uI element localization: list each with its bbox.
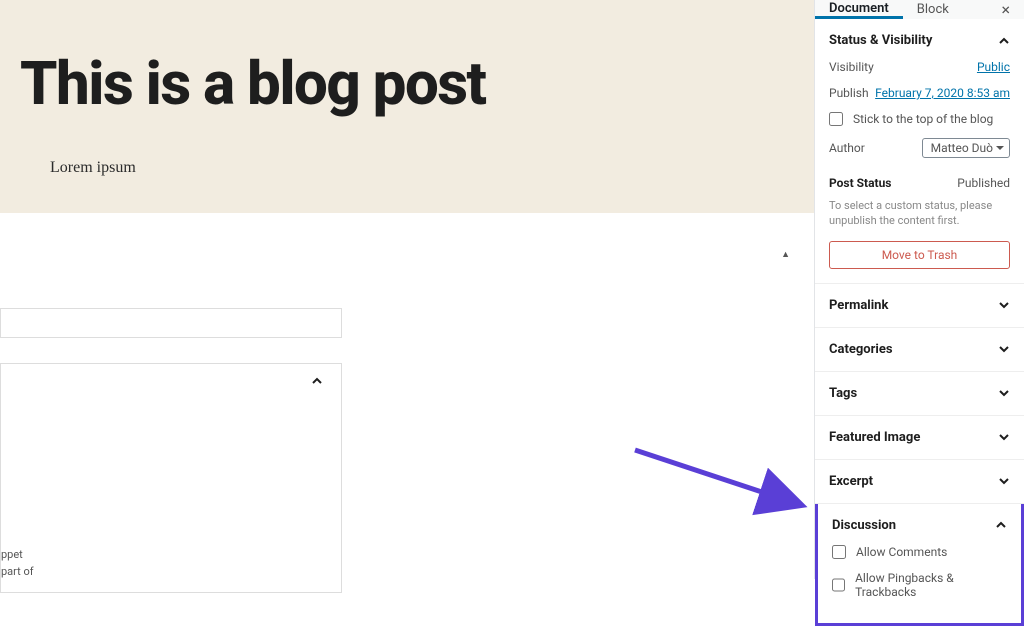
panel-discussion-highlight: Discussion Allow Comments Allow Pingback… (815, 504, 1024, 626)
allow-pingbacks-checkbox[interactable] (832, 578, 845, 592)
panel-featured-toggle[interactable]: Featured Image (829, 430, 1010, 445)
post-status-label: Post Status (829, 176, 891, 190)
chevron-down-icon (998, 299, 1010, 311)
panel-categories-label: Categories (829, 342, 893, 357)
chevron-down-icon (998, 343, 1010, 355)
panel-tags-label: Tags (829, 386, 857, 401)
close-icon[interactable]: × (987, 0, 1024, 19)
panel-featured-label: Featured Image (829, 430, 920, 445)
sticky-checkbox[interactable] (829, 112, 843, 126)
meta-field-box[interactable] (0, 308, 342, 338)
panel-excerpt: Excerpt (815, 460, 1024, 504)
panel-tags: Tags (815, 372, 1024, 416)
tab-block[interactable]: Block (903, 0, 963, 19)
author-select[interactable]: Matteo Duò (922, 138, 1010, 158)
caret-up-icon: ▲ (781, 249, 790, 260)
chevron-up-icon (311, 372, 323, 391)
move-to-trash-button[interactable]: Move to Trash (829, 241, 1010, 269)
meta-panel-box[interactable]: ppet part of (0, 363, 342, 593)
panel-status-visibility: Status & Visibility Visibility Public Pu… (815, 19, 1024, 284)
panel-tags-toggle[interactable]: Tags (829, 386, 1010, 401)
sticky-row[interactable]: Stick to the top of the blog (829, 112, 1010, 126)
editor-lower: ▲ ppet part of (0, 213, 814, 543)
panel-excerpt-label: Excerpt (829, 474, 873, 489)
visibility-link[interactable]: Public (977, 60, 1010, 74)
panel-excerpt-toggle[interactable]: Excerpt (829, 474, 1010, 489)
sidebar-tabs: Document Block × (815, 0, 1024, 19)
allow-comments-checkbox[interactable] (832, 545, 846, 559)
panel-permalink-toggle[interactable]: Permalink (829, 298, 1010, 313)
panel-status-toggle[interactable]: Status & Visibility (829, 33, 1010, 48)
publish-date-link[interactable]: February 7, 2020 8:53 am (875, 86, 1010, 100)
allow-pingbacks-row[interactable]: Allow Pingbacks & Trackbacks (832, 571, 1007, 599)
panel-status-label: Status & Visibility (829, 33, 932, 48)
visibility-label: Visibility (829, 60, 874, 74)
post-title[interactable]: This is a blog post (20, 48, 794, 119)
post-status-value: Published (957, 176, 1010, 190)
chevron-down-icon (998, 475, 1010, 487)
author-label: Author (829, 141, 865, 155)
chevron-down-icon (998, 431, 1010, 443)
status-note: To select a custom status, please unpubl… (829, 198, 1010, 229)
panel-featured-image: Featured Image (815, 416, 1024, 460)
chevron-up-icon (998, 35, 1010, 47)
chevron-up-icon (995, 519, 1007, 531)
truncated-text: ppet part of (1, 547, 43, 580)
editor-canvas[interactable]: This is a blog post Lorem ipsum ▲ ppet p… (0, 0, 814, 579)
allow-comments-row[interactable]: Allow Comments (832, 545, 1007, 559)
tab-document[interactable]: Document (815, 0, 903, 19)
post-hero: This is a blog post Lorem ipsum (0, 0, 814, 213)
panel-discussion-label: Discussion (832, 518, 896, 533)
panel-discussion: Discussion Allow Comments Allow Pingback… (818, 504, 1021, 613)
panel-categories: Categories (815, 328, 1024, 372)
sticky-label: Stick to the top of the blog (853, 112, 993, 126)
publish-label: Publish (829, 86, 869, 100)
settings-sidebar: Document Block × Status & Visibility Vis… (814, 0, 1024, 579)
panel-discussion-toggle[interactable]: Discussion (832, 518, 1007, 533)
chevron-down-icon (998, 387, 1010, 399)
allow-pingbacks-label: Allow Pingbacks & Trackbacks (855, 571, 1007, 599)
panel-permalink: Permalink (815, 284, 1024, 328)
panel-permalink-label: Permalink (829, 298, 888, 313)
post-body[interactable]: Lorem ipsum (50, 159, 794, 177)
panel-categories-toggle[interactable]: Categories (829, 342, 1010, 357)
allow-comments-label: Allow Comments (856, 545, 947, 559)
